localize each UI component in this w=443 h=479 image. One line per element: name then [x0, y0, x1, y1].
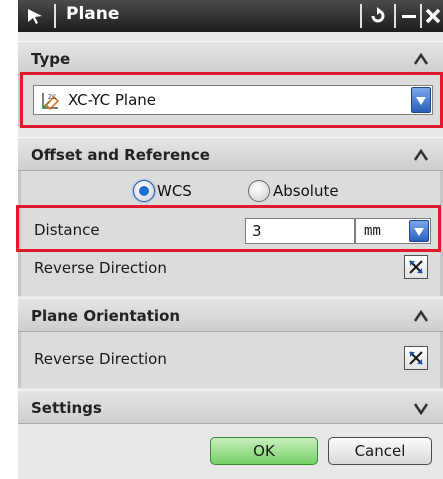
reverse-direction-icon — [409, 260, 423, 274]
plane-dialog: Plane Type ZC XC-YC Plane Offset and Ref… — [16, 0, 443, 479]
cancel-button[interactable]: Cancel — [328, 437, 432, 465]
section-orientation-label: Plane Orientation — [31, 307, 181, 325]
reset-icon[interactable] — [368, 6, 388, 26]
section-type-header[interactable]: Type — [18, 41, 443, 75]
distance-highlight-box — [16, 205, 441, 252]
offset-reverse-direction-label: Reverse Direction — [34, 259, 167, 277]
reverse-direction-icon — [409, 351, 423, 365]
chevron-up-icon[interactable] — [413, 148, 429, 162]
select-arrow-icon — [28, 9, 42, 24]
close-icon[interactable] — [423, 6, 443, 26]
chevron-up-icon[interactable] — [413, 52, 429, 66]
title-separator — [394, 4, 396, 28]
radio-wcs[interactable] — [133, 180, 155, 202]
section-settings-label: Settings — [31, 399, 102, 417]
orientation-reverse-direction-label: Reverse Direction — [34, 350, 167, 368]
title-bar[interactable]: Plane — [18, 0, 443, 32]
minimize-icon[interactable] — [399, 6, 419, 26]
title-separator — [420, 4, 422, 28]
title-separator — [360, 4, 362, 28]
radio-absolute-label: Absolute — [273, 182, 339, 200]
orientation-reverse-direction-button[interactable] — [404, 346, 428, 370]
chevron-down-icon[interactable] — [413, 401, 429, 415]
offset-reverse-direction-button[interactable] — [404, 255, 428, 279]
section-orientation-header[interactable]: Plane Orientation — [18, 298, 443, 332]
ok-button[interactable]: OK — [210, 437, 318, 465]
chevron-up-icon[interactable] — [413, 309, 429, 323]
section-offset-header[interactable]: Offset and Reference — [18, 137, 443, 171]
section-settings-header[interactable]: Settings — [18, 390, 443, 424]
window-title: Plane — [66, 4, 120, 24]
section-type-label: Type — [31, 50, 71, 68]
section-offset-label: Offset and Reference — [31, 146, 210, 164]
radio-wcs-label: WCS — [157, 182, 192, 200]
radio-absolute[interactable] — [248, 180, 270, 202]
type-highlight-box — [20, 72, 443, 128]
title-separator — [54, 4, 56, 28]
